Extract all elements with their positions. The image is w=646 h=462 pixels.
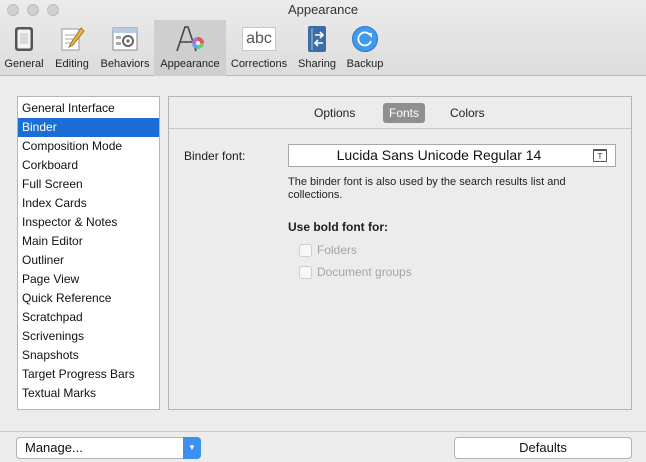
toolbar-editing-label: Editing — [55, 58, 89, 70]
category-main-editor[interactable]: Main Editor — [18, 232, 159, 251]
category-inspector-notes[interactable]: Inspector & Notes — [18, 213, 159, 232]
window-title: Appearance — [287, 2, 359, 17]
tab-options[interactable]: Options — [308, 103, 361, 123]
category-scrivenings[interactable]: Scrivenings — [18, 327, 159, 346]
binder-font-label: Binder font: — [184, 149, 246, 163]
preferences-toolbar: General Editing Behaviors Appearance abc… — [0, 20, 388, 76]
backup-icon — [349, 24, 381, 54]
category-quick-reference[interactable]: Quick Reference — [18, 289, 159, 308]
toolbar-sharing-label: Sharing — [298, 58, 336, 70]
toolbar-general-label: General — [4, 58, 44, 70]
toolbar-general[interactable]: General — [0, 20, 48, 76]
toolbar-appearance[interactable]: Appearance — [154, 20, 226, 76]
toolbar-behaviors-label: Behaviors — [100, 58, 150, 70]
appearance-icon — [174, 24, 206, 54]
toolbar-backup[interactable]: Backup — [342, 20, 388, 76]
manage-popup-button[interactable]: Manage... ▼ — [16, 437, 201, 459]
sharing-icon — [301, 24, 333, 54]
category-corkboard[interactable]: Corkboard — [18, 156, 159, 175]
corrections-icon: abc — [239, 24, 279, 54]
folders-checkbox-row: Folders — [299, 242, 357, 258]
category-list: General Interface Binder Composition Mod… — [17, 96, 160, 410]
editing-icon — [56, 24, 88, 54]
defaults-button[interactable]: Defaults — [454, 437, 632, 459]
bold-font-heading: Use bold font for: — [288, 220, 388, 234]
document-groups-checkbox-label: Document groups — [317, 265, 412, 279]
toolbar-corrections[interactable]: abc Corrections — [226, 20, 292, 76]
chevron-down-icon: ▼ — [183, 437, 201, 459]
binder-font-value: Lucida Sans Unicode Regular 14 — [336, 147, 542, 163]
toolbar-editing[interactable]: Editing — [48, 20, 96, 76]
toolbar-appearance-label: Appearance — [160, 58, 220, 70]
binder-font-help-text: The binder font is also used by the sear… — [288, 176, 566, 201]
manage-popup-label: Manage... — [25, 440, 83, 455]
document-groups-checkbox-row: Document groups — [299, 264, 412, 280]
toolbar-behaviors[interactable]: Behaviors — [96, 20, 154, 76]
category-index-cards[interactable]: Index Cards — [18, 194, 159, 213]
category-outliner[interactable]: Outliner — [18, 251, 159, 270]
folders-checkbox[interactable] — [299, 243, 312, 257]
toolbar-sharing[interactable]: Sharing — [292, 20, 342, 76]
category-page-view[interactable]: Page View — [18, 270, 159, 289]
category-snapshots[interactable]: Snapshots — [18, 346, 159, 365]
bottom-bar: Manage... ▼ Defaults — [0, 431, 646, 462]
category-target-progress-bars[interactable]: Target Progress Bars — [18, 365, 159, 384]
title-bar: Appearance General Editing Behaviors App… — [0, 0, 646, 76]
tab-fonts[interactable]: Fonts — [383, 103, 426, 123]
category-composition-mode[interactable]: Composition Mode — [18, 137, 159, 156]
category-textual-marks[interactable]: Textual Marks — [18, 384, 159, 403]
folders-checkbox-label: Folders — [317, 243, 358, 257]
document-groups-checkbox[interactable] — [299, 265, 312, 279]
font-picker-icon[interactable]: T — [593, 149, 607, 162]
tab-colors[interactable]: Colors — [444, 103, 491, 123]
category-general-interface[interactable]: General Interface — [18, 99, 159, 118]
corrections-icon-text: abc — [242, 27, 276, 51]
settings-panel: Options Fonts Colors Binder font: Lucida… — [168, 96, 632, 410]
category-scratchpad[interactable]: Scratchpad — [18, 308, 159, 327]
category-full-screen[interactable]: Full Screen — [18, 175, 159, 194]
category-binder[interactable]: Binder — [18, 118, 159, 137]
toolbar-backup-label: Backup — [346, 58, 384, 70]
toolbar-corrections-label: Corrections — [230, 58, 288, 70]
general-icon — [8, 24, 40, 54]
tab-bar: Options Fonts Colors — [169, 97, 631, 129]
binder-font-field[interactable]: Lucida Sans Unicode Regular 14 T — [288, 144, 616, 167]
behaviors-icon — [109, 24, 141, 54]
